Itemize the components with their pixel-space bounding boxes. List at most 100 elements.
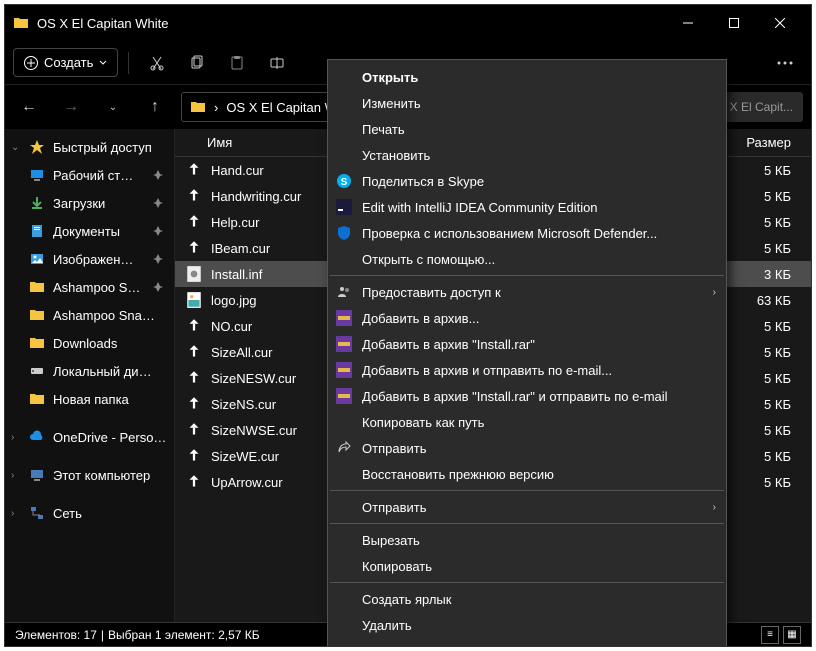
sidebar-item[interactable]: Новая папка	[11, 385, 174, 413]
skype-icon: S	[336, 173, 352, 189]
sidebar-item-icon	[29, 251, 45, 267]
file-size: 5 КБ	[735, 397, 807, 412]
sidebar-item[interactable]: Ashampoo Sna…	[11, 301, 174, 329]
sidebar-network[interactable]: › Сеть	[5, 499, 174, 527]
ctx-archive-3[interactable]: Добавить в архив и отправить по e-mail..…	[328, 357, 726, 383]
maximize-button[interactable]	[711, 5, 757, 41]
ctx-share[interactable]: Отправить	[328, 435, 726, 461]
ctx-rename[interactable]: Переименовать	[328, 638, 726, 647]
file-size: 5 КБ	[735, 189, 807, 204]
share-icon	[336, 440, 352, 456]
ctx-sendto[interactable]: Отправить›	[328, 494, 726, 520]
ctx-defender[interactable]: Проверка с использованием Microsoft Defe…	[328, 220, 726, 246]
folder-icon	[190, 99, 206, 115]
status-count: Элементов: 17	[15, 628, 97, 642]
up-button[interactable]: ↑	[139, 91, 171, 123]
pc-icon	[29, 467, 45, 483]
file-icon	[185, 187, 203, 205]
ctx-delete[interactable]: Удалить	[328, 612, 726, 638]
separator	[330, 582, 724, 583]
ctx-edit[interactable]: Изменить	[328, 90, 726, 116]
sidebar-onedrive[interactable]: › OneDrive - Perso…	[5, 423, 174, 451]
sidebar-item[interactable]: Документы	[11, 217, 174, 245]
ctx-archive-1[interactable]: Добавить в архив...	[328, 305, 726, 331]
column-size[interactable]: Размер	[735, 135, 807, 150]
ctx-print[interactable]: Печать	[328, 116, 726, 142]
winrar-icon	[336, 362, 352, 378]
cloud-icon	[29, 429, 45, 445]
column-name[interactable]: Имя	[179, 135, 339, 150]
ctx-label: Копировать как путь	[362, 415, 484, 430]
ctx-intellij[interactable]: Edit with IntelliJ IDEA Community Editio…	[328, 194, 726, 220]
file-icon	[185, 421, 203, 439]
ctx-share-access[interactable]: Предоставить доступ к›	[328, 279, 726, 305]
ctx-restore[interactable]: Восстановить прежнюю версию	[328, 461, 726, 487]
sidebar-item[interactable]: Ashampoo S…	[11, 273, 174, 301]
ctx-open[interactable]: Открыть	[328, 64, 726, 90]
ctx-openwith[interactable]: Открыть с помощью...	[328, 246, 726, 272]
file-size: 5 КБ	[735, 163, 807, 178]
chevron-down-icon	[99, 59, 107, 67]
ctx-copy[interactable]: Копировать	[328, 553, 726, 579]
ctx-label: Добавить в архив...	[362, 311, 479, 326]
ctx-cut[interactable]: Вырезать	[328, 527, 726, 553]
rename-button[interactable]	[259, 45, 295, 81]
file-icon	[185, 317, 203, 335]
minimize-button[interactable]	[665, 5, 711, 41]
ctx-install[interactable]: Установить	[328, 142, 726, 168]
ctx-label: Переименовать	[362, 644, 457, 648]
view-list-button[interactable]: ≡	[761, 626, 779, 644]
separator	[330, 523, 724, 524]
sidebar-item[interactable]: Локальный ди…	[11, 357, 174, 385]
sidebar-item[interactable]: Изображен…	[11, 245, 174, 273]
pin-icon	[152, 254, 164, 264]
sidebar-item[interactable]: Downloads	[11, 329, 174, 357]
ctx-label: Отправить	[362, 500, 426, 515]
ctx-archive-4[interactable]: Добавить в архив "Install.rar" и отправи…	[328, 383, 726, 409]
ctx-label: Открыть	[362, 70, 418, 85]
create-button[interactable]: Создать	[13, 48, 118, 77]
sidebar-item-icon	[29, 223, 45, 239]
status-sep: |	[101, 628, 104, 642]
paste-button[interactable]	[219, 45, 255, 81]
shield-icon	[336, 225, 352, 241]
recent-dropdown[interactable]: ⌄	[97, 91, 129, 123]
forward-button[interactable]: →	[55, 91, 87, 123]
back-button[interactable]: ←	[13, 91, 45, 123]
file-icon	[185, 447, 203, 465]
file-size: 5 КБ	[735, 449, 807, 464]
ctx-label: Открыть с помощью...	[362, 252, 495, 267]
more-button[interactable]	[767, 45, 803, 81]
ctx-label: Восстановить прежнюю версию	[362, 467, 554, 482]
winrar-icon	[336, 336, 352, 352]
close-button[interactable]	[757, 5, 803, 41]
sidebar-item[interactable]: Загрузки	[11, 189, 174, 217]
copy-button[interactable]	[179, 45, 215, 81]
sidebar-label: Сеть	[53, 506, 82, 521]
pin-icon	[152, 198, 164, 208]
ctx-skype[interactable]: SПоделиться в Skype	[328, 168, 726, 194]
ctx-copy-path[interactable]: Копировать как путь	[328, 409, 726, 435]
sidebar-item[interactable]: Рабочий ст…	[11, 161, 174, 189]
file-icon	[185, 161, 203, 179]
ctx-label: Добавить в архив "Install.rar" и отправи…	[362, 389, 668, 404]
ctx-label: Добавить в архив и отправить по e-mail..…	[362, 363, 612, 378]
winrar-icon	[336, 310, 352, 326]
sidebar-item-label: Новая папка	[53, 392, 129, 407]
sidebar-item-icon	[29, 307, 45, 323]
file-size: 5 КБ	[735, 423, 807, 438]
view-grid-button[interactable]: ▦	[783, 626, 801, 644]
file-icon	[185, 213, 203, 231]
ctx-archive-2[interactable]: Добавить в архив "Install.rar"	[328, 331, 726, 357]
separator	[128, 52, 129, 74]
file-size: 3 КБ	[735, 267, 807, 282]
cut-button[interactable]	[139, 45, 175, 81]
file-size: 5 КБ	[735, 371, 807, 386]
sidebar-quick-access[interactable]: ⌄ Быстрый доступ	[5, 133, 174, 161]
file-icon	[185, 395, 203, 413]
file-size: 63 КБ	[735, 293, 807, 308]
file-size: 5 КБ	[735, 345, 807, 360]
sidebar-this-pc[interactable]: › Этот компьютер	[5, 461, 174, 489]
ctx-shortcut[interactable]: Создать ярлык	[328, 586, 726, 612]
ctx-label: Добавить в архив "Install.rar"	[362, 337, 535, 352]
